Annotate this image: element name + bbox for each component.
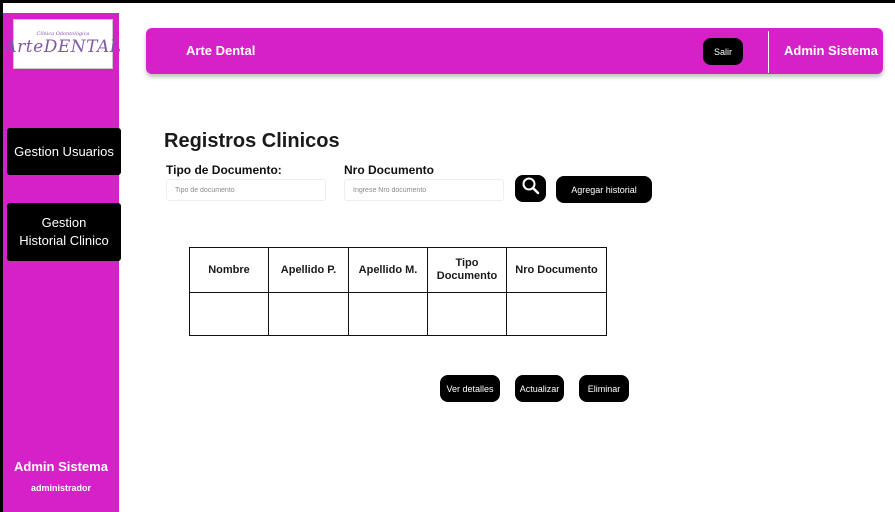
- column-header-nombre: Nombre: [189, 247, 269, 293]
- records-table: Nombre Apellido P. Apellido M. Tipo Docu…: [189, 247, 607, 336]
- logout-button[interactable]: Salir: [703, 38, 743, 65]
- doc-type-label: Tipo de Documento:: [166, 163, 282, 177]
- add-history-button[interactable]: Agregar historial: [556, 176, 652, 203]
- sidebar: Clínica Odontológica ArteDENTAL Gestion …: [3, 13, 121, 512]
- table-row[interactable]: [189, 292, 607, 336]
- top-bar: Arte Dental Salir Admin Sistema: [146, 28, 883, 74]
- table-header-row: Nombre Apellido P. Apellido M. Tipo Docu…: [189, 247, 607, 293]
- header-user-name: Admin Sistema: [784, 43, 878, 58]
- sidebar-item-usuarios[interactable]: Gestion Usuarios: [7, 128, 121, 175]
- sidebar-user-name: Admin Sistema: [14, 459, 108, 474]
- column-header-tipo-documento: Tipo Documento: [427, 247, 507, 293]
- doc-number-input[interactable]: [344, 179, 504, 201]
- table-cell: [189, 292, 269, 336]
- search-icon: [521, 176, 541, 201]
- sidebar-item-label: Gestion Historial Clinico: [19, 215, 109, 248]
- column-header-tipo-documento-label: Tipo Documento: [436, 257, 498, 282]
- table-cell: [268, 292, 349, 336]
- app-title: Arte Dental: [186, 43, 256, 58]
- column-header-apellido-m: Apellido M.: [348, 247, 428, 293]
- doc-type-input[interactable]: [166, 179, 326, 201]
- update-button[interactable]: Actualizar: [515, 375, 564, 402]
- logo-text: ArteDENTAL: [4, 37, 122, 57]
- doc-number-label: Nro Documento: [344, 163, 434, 177]
- sidebar-user-role: administrador: [30, 483, 91, 493]
- table-cell: [427, 292, 507, 336]
- delete-button[interactable]: Eliminar: [579, 375, 629, 402]
- column-header-nro-documento: Nro Documento: [506, 247, 607, 293]
- sidebar-item-label: Gestion Usuarios: [14, 143, 114, 159]
- view-details-button[interactable]: Ver detalles: [440, 375, 500, 402]
- column-header-apellido-p: Apellido P.: [268, 247, 349, 293]
- sidebar-item-historial[interactable]: Gestion Historial Clinico: [7, 203, 121, 261]
- header-divider: [768, 31, 769, 73]
- table-cell: [506, 292, 607, 336]
- page-title: Registros Clinicos: [164, 130, 340, 152]
- table-cell: [348, 292, 428, 336]
- logo: Clínica Odontológica ArteDENTAL: [4, 19, 121, 69]
- search-button[interactable]: [515, 175, 546, 202]
